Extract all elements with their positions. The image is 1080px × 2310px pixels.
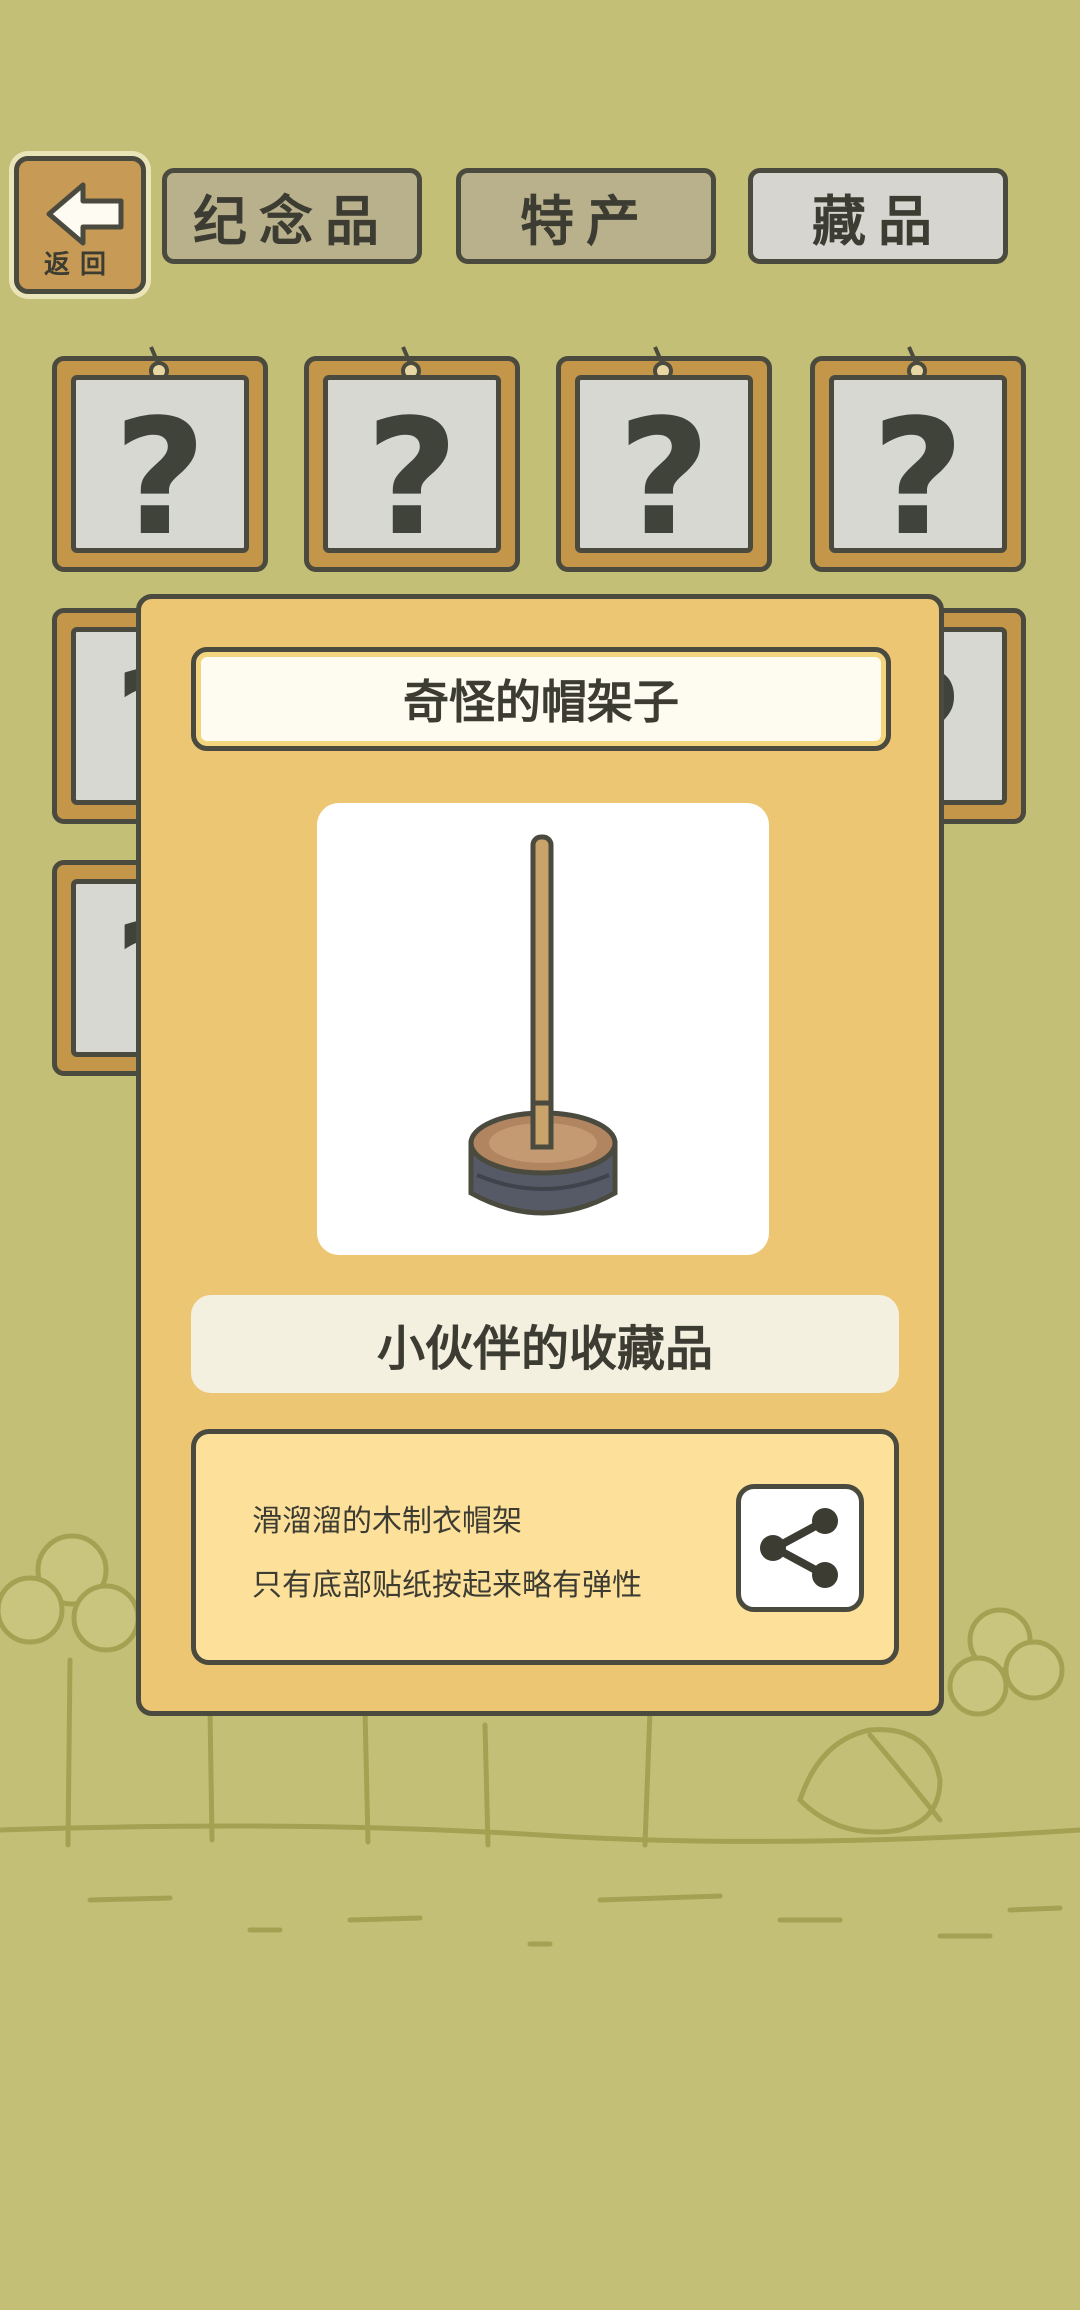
tab-collectibles[interactable]: 藏品 [748,168,1008,264]
collection-slot[interactable]: ? [52,346,268,572]
item-description: 滑溜溜的木制衣帽架 只有底部贴纸按起来略有弹性 [191,1429,899,1665]
tab-specialties[interactable]: 特产 [456,168,716,264]
unknown-icon: ? [871,384,965,571]
tab-souvenirs[interactable]: 纪念品 [162,168,422,264]
unknown-icon: ? [365,384,459,571]
item-category: 小伙伴的收藏品 [191,1295,899,1393]
back-button-label: 返回 [43,250,116,280]
description-line: 滑溜溜的木制衣帽架 [252,1504,522,1539]
unknown-icon: ? [113,384,207,571]
share-icon [760,1508,838,1588]
collection-slot[interactable]: ? [556,346,772,572]
collection-slot[interactable]: ? [810,346,1026,572]
arrow-left-icon [46,182,124,246]
back-button[interactable]: 返回 [14,156,146,294]
collection-slot[interactable]: ? [304,346,520,572]
share-button[interactable] [736,1484,864,1612]
item-detail-dialog: 奇怪的帽架子 小伙伴的收藏品 滑溜溜的木制衣帽架 只有底部贴纸按起来略有弹性 [136,594,944,1716]
description-line: 只有底部贴纸按起来略有弹性 [252,1568,642,1603]
item-name: 奇怪的帽架子 [191,647,891,751]
hat-stand-icon [468,834,618,1216]
unknown-icon: ? [617,384,711,571]
item-image [317,803,769,1255]
